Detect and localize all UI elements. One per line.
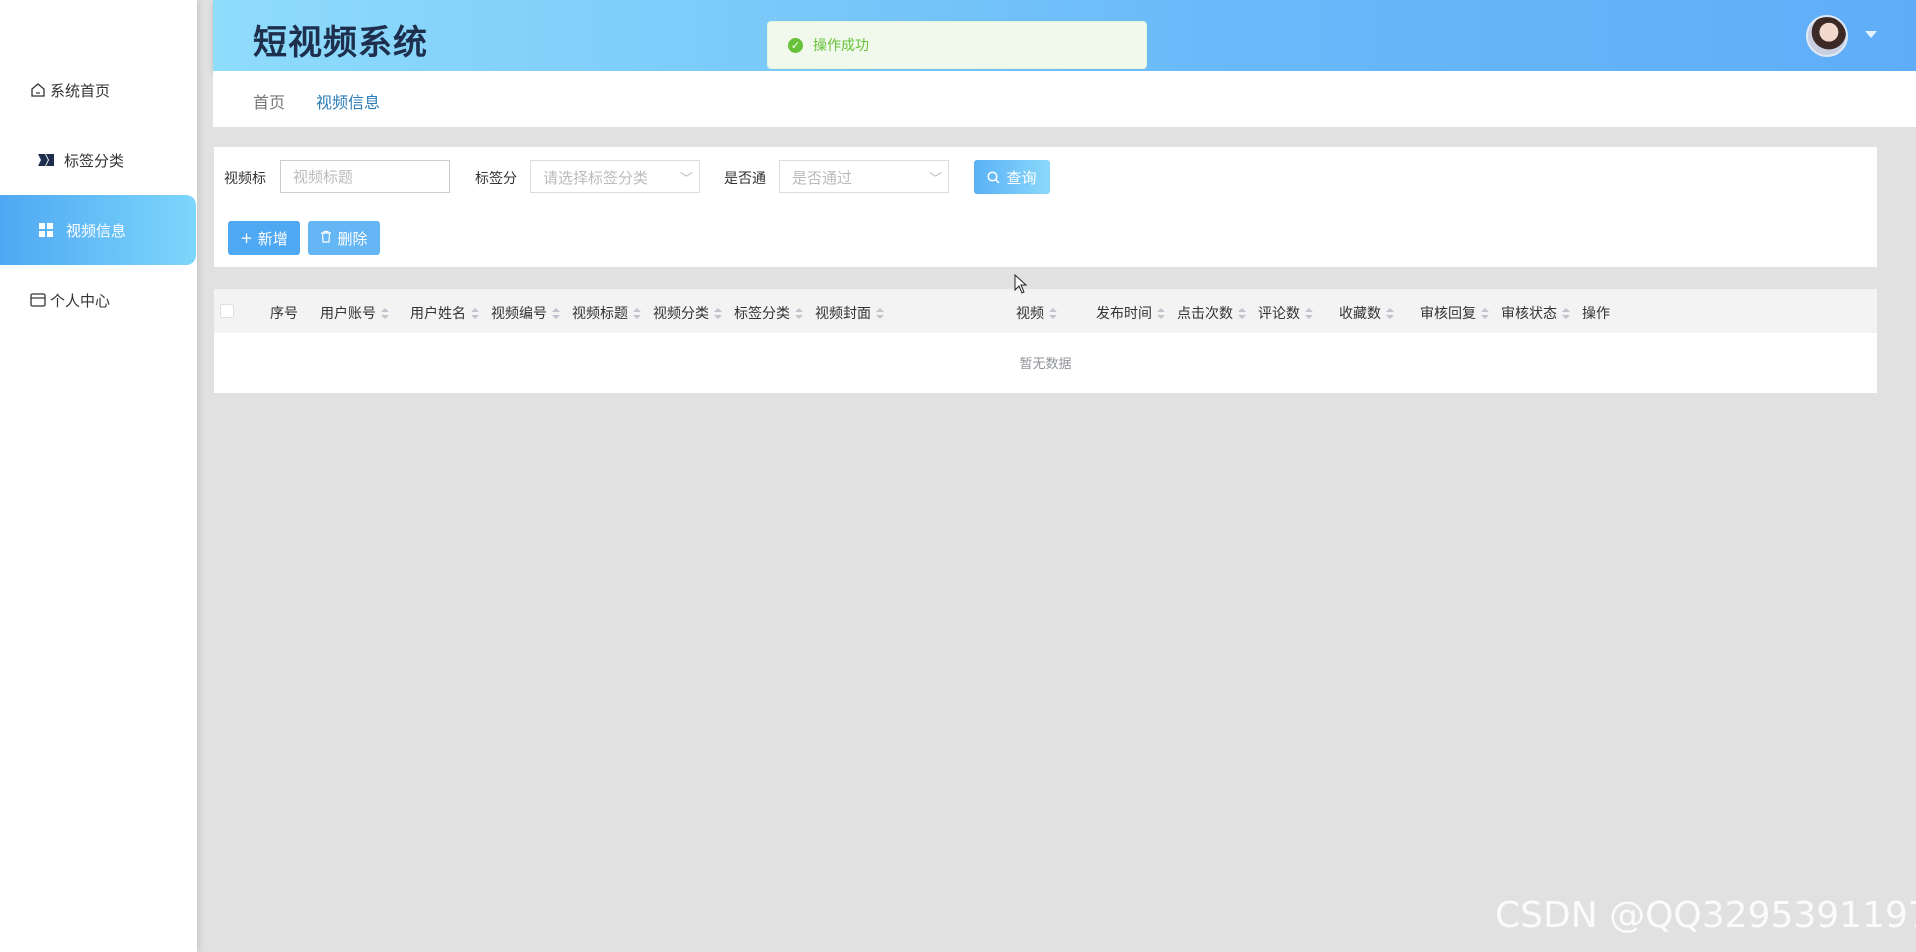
sort-icon[interactable] bbox=[1238, 308, 1246, 320]
watermark: CSDN @QQ3295391197 bbox=[1495, 895, 1916, 936]
column-header[interactable]: 发布时间 bbox=[1096, 303, 1165, 323]
check-circle-icon: ✓ bbox=[788, 37, 803, 53]
chevron-down-icon: ﹀ bbox=[679, 172, 693, 187]
tag-select-placeholder: 请选择标签分类 bbox=[543, 169, 649, 187]
query-button[interactable]: 查询 bbox=[974, 160, 1050, 194]
delete-button-label: 删除 bbox=[337, 229, 368, 248]
select-all-checkbox[interactable] bbox=[220, 304, 234, 318]
title-search-input[interactable] bbox=[280, 160, 450, 193]
sidebar-item-label: 视频信息 bbox=[66, 221, 127, 240]
chevron-down-icon: ﹀ bbox=[928, 172, 942, 187]
caret-down-icon[interactable] bbox=[1865, 31, 1877, 38]
video-table: 序号 用户账号 用户姓名 视频编号 视频标题 视频分类 标签分类 视频封面 视频… bbox=[214, 289, 1877, 393]
query-button-label: 查询 bbox=[1006, 168, 1037, 187]
sort-icon[interactable] bbox=[795, 308, 803, 320]
title-filter-label: 视频标 bbox=[224, 171, 266, 187]
success-toast: ✓ 操作成功 bbox=[767, 21, 1147, 69]
add-button[interactable]: + 新增 bbox=[228, 221, 300, 255]
app-title: 短视频系统 bbox=[253, 23, 428, 63]
sidebar-item-label: 标签分类 bbox=[64, 151, 125, 170]
sidebar-item-label: 系统首页 bbox=[50, 81, 111, 100]
user-avatar[interactable] bbox=[1806, 15, 1848, 57]
sort-icon[interactable] bbox=[471, 308, 479, 320]
trash-icon bbox=[320, 229, 332, 247]
column-header[interactable]: 视频封面 bbox=[815, 303, 884, 323]
search-panel: 视频标 标签分 请选择标签分类 ﹀ 是否通 是否通过 ﹀ 查询 + 新增 删除 bbox=[214, 147, 1877, 267]
sidebar: 系统首页 标签分类 视频信息 个人中心 bbox=[0, 0, 197, 952]
table-header: 序号 用户账号 用户姓名 视频编号 视频标题 视频分类 标签分类 视频封面 视频… bbox=[214, 289, 1877, 333]
sort-icon[interactable] bbox=[1481, 308, 1489, 320]
tab-home[interactable]: 首页 bbox=[253, 89, 285, 113]
sort-icon[interactable] bbox=[1049, 308, 1057, 320]
sidebar-item-videos[interactable]: 视频信息 bbox=[0, 195, 196, 265]
column-header[interactable]: 评论数 bbox=[1258, 303, 1313, 323]
tag-icon bbox=[38, 152, 54, 168]
empty-state-text: 暂无数据 bbox=[1019, 357, 1072, 372]
column-header[interactable]: 用户账号 bbox=[320, 303, 389, 323]
sidebar-item-profile[interactable]: 个人中心 bbox=[0, 265, 196, 335]
column-header[interactable]: 标签分类 bbox=[734, 303, 803, 323]
sort-icon[interactable] bbox=[1157, 308, 1165, 320]
grid-icon bbox=[38, 222, 54, 238]
column-header[interactable]: 收藏数 bbox=[1339, 303, 1394, 323]
column-header[interactable]: 视频编号 bbox=[491, 303, 560, 323]
column-header[interactable]: 视频分类 bbox=[653, 303, 722, 323]
tag-select[interactable]: 请选择标签分类 ﹀ bbox=[530, 160, 700, 193]
pass-select-placeholder: 是否通过 bbox=[792, 169, 853, 187]
delete-button[interactable]: 删除 bbox=[308, 221, 380, 255]
sort-icon[interactable] bbox=[1305, 308, 1313, 320]
toast-message: 操作成功 bbox=[813, 38, 869, 54]
sort-icon[interactable] bbox=[1386, 308, 1394, 320]
sidebar-item-tags[interactable]: 标签分类 bbox=[0, 125, 196, 195]
sort-icon[interactable] bbox=[714, 308, 722, 320]
sidebar-item-label: 个人中心 bbox=[50, 291, 111, 310]
sort-icon[interactable] bbox=[633, 308, 641, 320]
sort-icon[interactable] bbox=[876, 308, 884, 320]
column-header: 序号 bbox=[270, 306, 298, 322]
home-icon bbox=[30, 82, 46, 98]
tab-bar: 首页 视频信息 bbox=[213, 71, 1916, 127]
column-header[interactable]: 点击次数 bbox=[1177, 303, 1246, 323]
sort-icon[interactable] bbox=[1562, 308, 1570, 320]
column-header[interactable]: 视频标题 bbox=[572, 303, 641, 323]
card-icon bbox=[30, 292, 46, 308]
sort-icon[interactable] bbox=[552, 308, 560, 320]
sort-icon[interactable] bbox=[381, 308, 389, 320]
column-header[interactable]: 视频 bbox=[1016, 303, 1057, 323]
pass-filter-label: 是否通 bbox=[724, 171, 766, 187]
add-button-label: 新增 bbox=[257, 229, 288, 248]
sidebar-item-home[interactable]: 系统首页 bbox=[0, 55, 196, 125]
column-header: 操作 bbox=[1582, 306, 1610, 322]
pass-select[interactable]: 是否通过 ﹀ bbox=[779, 160, 949, 193]
tag-filter-label: 标签分 bbox=[475, 171, 517, 187]
search-icon bbox=[987, 170, 1001, 184]
column-header[interactable]: 用户姓名 bbox=[410, 303, 479, 323]
column-header[interactable]: 审核回复 bbox=[1420, 303, 1489, 323]
mouse-cursor-icon bbox=[1014, 274, 1028, 294]
column-header[interactable]: 审核状态 bbox=[1501, 303, 1570, 323]
plus-icon: + bbox=[240, 229, 253, 247]
tab-video-info[interactable]: 视频信息 bbox=[316, 89, 380, 113]
